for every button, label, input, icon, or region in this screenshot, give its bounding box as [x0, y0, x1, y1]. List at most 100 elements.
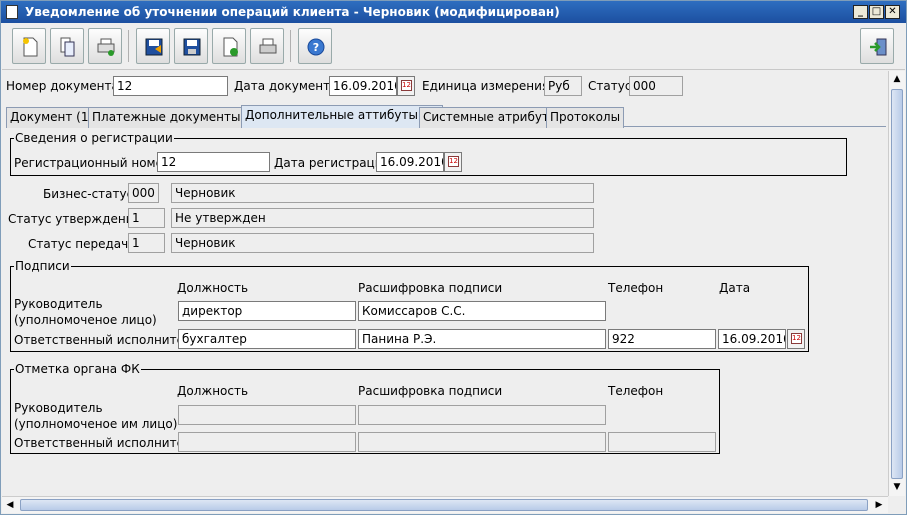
toolbar-separator — [128, 30, 129, 62]
fk-exec-phone-field — [608, 432, 716, 452]
scroll-up-icon[interactable]: ▲ — [890, 72, 904, 86]
fk-head-name-field — [358, 405, 606, 425]
col-decoding-header: Расшифровка подписи — [358, 281, 503, 295]
fk-head-label: Руководитель — [14, 401, 103, 415]
tab-payment-documents[interactable]: Платежные документы(2) — [88, 107, 262, 128]
business-status-text: Черновик — [171, 183, 594, 203]
maximize-button[interactable]: □ — [869, 5, 884, 19]
toolbar-separator — [290, 30, 291, 62]
print-add-icon — [97, 38, 115, 56]
document-icon — [6, 5, 18, 19]
fk-exec-name-field — [358, 432, 606, 452]
svg-text:?: ? — [313, 41, 319, 54]
approval-status-label: Статус утверждения — [8, 212, 141, 226]
transfer-status-code: 1 — [128, 233, 165, 253]
exec-date-field[interactable]: 16.09.2010 — [718, 329, 786, 349]
help-button[interactable]: ? — [298, 28, 332, 64]
registration-group: Сведения о регистрации Регистрационный н… — [10, 131, 847, 176]
horizontal-scroll-thumb[interactable] — [20, 499, 868, 511]
reg-date-calendar-button[interactable]: 12 — [444, 152, 462, 172]
fk-col-phone-header: Телефон — [608, 384, 664, 398]
save-icon — [183, 38, 201, 56]
check-document-icon — [223, 37, 238, 57]
reg-date-label: Дата регистрации — [274, 156, 391, 170]
window-title: Уведомление об уточнении операций клиент… — [25, 5, 560, 19]
reg-date-field[interactable]: 16.09.2010 — [376, 152, 444, 172]
fk-col-position-header: Должность — [177, 384, 249, 398]
registration-title: Сведения о регистрации — [14, 131, 174, 145]
col-phone-header: Телефон — [608, 281, 664, 295]
save-as-icon — [145, 38, 163, 56]
help-icon: ? — [307, 38, 325, 56]
fk-mark-group: Отметка органа ФК Должность Расшифровка … — [10, 362, 720, 454]
transfer-status-text: Черновик — [171, 233, 594, 253]
fk-col-decoding-header: Расшифровка подписи — [358, 384, 503, 398]
print-add-button[interactable] — [88, 28, 122, 64]
copy-document-button[interactable] — [50, 28, 84, 64]
calendar-icon: 12 — [791, 333, 802, 344]
scroll-left-icon[interactable]: ◀ — [3, 498, 17, 512]
toolbar: ? — [2, 24, 905, 70]
scroll-right-icon[interactable]: ▶ — [872, 498, 886, 512]
status-field: 000 — [629, 76, 683, 96]
doc-date-field[interactable]: 16.09.2010 — [329, 76, 397, 96]
col-date-header: Дата — [719, 281, 751, 295]
calendar-icon: 12 — [401, 80, 412, 91]
exec-position-field[interactable]: бухгалтер — [178, 329, 356, 349]
copy-document-icon — [60, 37, 75, 57]
unit-label: Единица измерения — [422, 79, 550, 93]
reg-number-label: Регистрационный номер — [14, 156, 171, 170]
fk-mark-title: Отметка органа ФК — [14, 362, 141, 376]
transfer-status-label: Статус передачи — [28, 237, 136, 251]
calendar-icon: 12 — [448, 156, 459, 167]
exec-label: Ответственный исполнитель — [14, 333, 199, 347]
signatures-group: Подписи Должность Расшифровка подписи Те… — [10, 259, 809, 352]
print-icon — [259, 38, 277, 54]
fk-head-label-sub: (уполномоченое им лицо) — [14, 417, 178, 431]
head-name-field[interactable]: Комиссаров С.С. — [358, 301, 606, 321]
save-button[interactable] — [174, 28, 208, 64]
approval-status-code: 1 — [128, 208, 165, 228]
signatures-title: Подписи — [14, 259, 71, 273]
application-window: Уведомление об уточнении операций клиент… — [0, 0, 907, 515]
doc-number-label: Номер документа — [6, 79, 119, 93]
new-document-button[interactable] — [12, 28, 46, 64]
exec-phone-field[interactable]: 922 — [608, 329, 716, 349]
exec-name-field[interactable]: Панина Р.Э. — [358, 329, 606, 349]
status-label: Статус — [588, 79, 632, 93]
horizontal-scrollbar[interactable]: ◀ ▶ — [2, 496, 888, 513]
print-button[interactable] — [250, 28, 284, 64]
unit-field: Руб — [544, 76, 582, 96]
head-position-field[interactable]: директор — [178, 301, 356, 321]
fk-exec-label: Ответственный исполнитель — [14, 436, 199, 450]
vertical-scrollbar[interactable]: ▲ ▼ — [888, 71, 905, 496]
new-document-icon — [23, 37, 38, 57]
save-as-button[interactable] — [136, 28, 170, 64]
exit-button[interactable] — [860, 28, 894, 64]
tab-additional-attributes[interactable]: Дополнительные аттибуты (3) — [241, 105, 443, 128]
check-document-button[interactable] — [212, 28, 246, 64]
doc-date-calendar-button[interactable]: 12 — [397, 76, 415, 96]
scroll-down-icon[interactable]: ▼ — [890, 480, 904, 494]
vertical-scroll-thumb[interactable] — [891, 89, 903, 479]
fk-exec-position-field — [178, 432, 356, 452]
close-button[interactable]: ✕ — [885, 5, 900, 19]
doc-date-label: Дата документа — [234, 79, 338, 93]
approval-status-text: Не утвержден — [171, 208, 594, 228]
col-position-header: Должность — [177, 281, 249, 295]
head-label: Руководитель — [14, 297, 103, 311]
reg-number-field[interactable]: 12 — [157, 152, 270, 172]
minimize-button[interactable]: _ — [853, 5, 868, 19]
tab-system-attributes[interactable]: Системные атрибуты — [419, 107, 563, 128]
business-status-code: 000 — [128, 183, 159, 203]
tab-bar: Документ (1) Платежные документы(2) Допо… — [6, 105, 886, 128]
business-status-label: Бизнес-статус — [43, 187, 134, 201]
doc-number-field[interactable]: 12 — [113, 76, 228, 96]
fk-head-position-field — [178, 405, 356, 425]
exec-date-calendar-button[interactable]: 12 — [787, 329, 805, 349]
head-label-sub: (уполномоченое лицо) — [14, 313, 157, 327]
title-bar: Уведомление об уточнении операций клиент… — [1, 1, 906, 23]
exit-icon — [870, 38, 887, 56]
tab-document[interactable]: Документ (1) — [6, 107, 98, 128]
tab-protocols[interactable]: Протоколы — [546, 107, 625, 128]
